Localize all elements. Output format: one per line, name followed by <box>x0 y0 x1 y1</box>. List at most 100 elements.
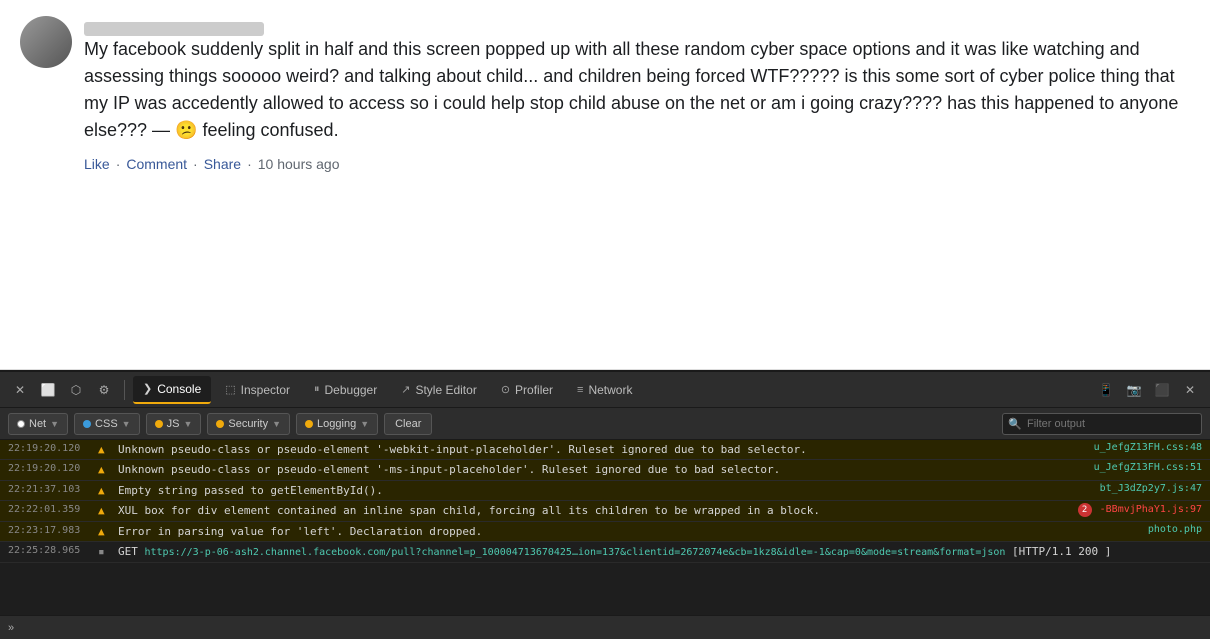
sep2: · <box>193 156 198 172</box>
post-time: 10 hours ago <box>258 156 340 172</box>
log-message: Error in parsing value for 'left'. Decla… <box>118 524 1062 539</box>
log-source[interactable]: bt_J3dZp2y7.js:47 <box>1062 483 1202 494</box>
warning-icon: ▲ <box>98 503 114 517</box>
log-timestamp: 22:19:20.120 <box>8 462 98 474</box>
network-tab-label: Network <box>588 383 632 397</box>
minimize-icon[interactable]: ✕ <box>1178 378 1202 402</box>
net-chevron: ▼ <box>50 419 59 429</box>
tab-style-editor[interactable]: ↗ Style Editor <box>391 376 487 404</box>
style-editor-tab-label: Style Editor <box>415 383 476 397</box>
log-row: 22:19:20.120 ▲ Unknown pseudo-class or p… <box>0 440 1210 460</box>
devtools-bottom-bar: » <box>0 615 1210 639</box>
sep1: · <box>116 156 121 172</box>
log-message: Empty string passed to getElementById(). <box>118 483 1062 498</box>
tab-network[interactable]: ≡ Network <box>567 376 642 404</box>
net-label: Net <box>29 418 46 430</box>
close-devtools-icon[interactable]: ✕ <box>8 378 32 402</box>
log-row: 22:21:37.103 ▲ Empty string passed to ge… <box>0 481 1210 501</box>
log-timestamp: 22:23:17.983 <box>8 524 98 536</box>
sep3: · <box>247 156 252 172</box>
expand-console-btn[interactable]: » <box>8 622 14 634</box>
js-chevron: ▼ <box>183 419 192 429</box>
tab-console[interactable]: ❯ Console <box>133 376 211 404</box>
error-badge: 2 <box>1078 503 1092 517</box>
js-filter-btn[interactable]: JS ▼ <box>146 413 202 435</box>
css-chevron: ▼ <box>122 419 131 429</box>
log-timestamp: 22:22:01.359 <box>8 503 98 515</box>
logging-dot <box>305 420 313 428</box>
console-tab-icon: ❯ <box>143 382 152 395</box>
log-row: 22:19:20.120 ▲ Unknown pseudo-class or p… <box>0 460 1210 480</box>
net-dot <box>17 420 25 428</box>
split-view-icon[interactable]: ⬛ <box>1150 378 1174 402</box>
profiler-tab-label: Profiler <box>515 383 553 397</box>
security-filter-btn[interactable]: Security ▼ <box>207 413 290 435</box>
pin-icon[interactable]: ⬡ <box>64 378 88 402</box>
logging-filter-btn[interactable]: Logging ▼ <box>296 413 378 435</box>
inspector-tab-icon: ⬚ <box>225 383 235 396</box>
js-dot <box>155 420 163 428</box>
filter-search-wrapper: 🔍 <box>1002 413 1202 435</box>
logging-label: Logging <box>317 418 356 430</box>
devtools-panel: ✕ ⬜ ⬡ ⚙ ❯ Console ⬚ Inspector ⏸ Debugger… <box>0 370 1210 639</box>
comment-button[interactable]: Comment <box>126 156 187 172</box>
devtools-toolbar: ✕ ⬜ ⬡ ⚙ ❯ Console ⬚ Inspector ⏸ Debugger… <box>0 372 1210 408</box>
search-icon: 🔍 <box>1008 417 1022 430</box>
dock-icon[interactable]: ⬜ <box>36 378 60 402</box>
log-timestamp: 22:21:37.103 <box>8 483 98 495</box>
share-button[interactable]: Share <box>204 156 241 172</box>
log-source[interactable]: 2 -BBmvjPhaY1.js:97 <box>1062 503 1202 517</box>
info-icon: ▪ <box>98 544 114 558</box>
debugger-tab-icon: ⏸ <box>314 383 320 396</box>
tab-inspector[interactable]: ⬚ Inspector <box>215 376 300 404</box>
css-dot <box>83 420 91 428</box>
settings-icon[interactable]: ⚙ <box>92 378 116 402</box>
devtools-right-icons: 📱 📷 ⬛ ✕ <box>1094 378 1202 402</box>
log-url[interactable]: https://3-p-06-ash2.channel.facebook.com… <box>145 547 1006 558</box>
responsive-design-icon[interactable]: 📱 <box>1094 378 1118 402</box>
avatar <box>20 16 72 68</box>
security-dot <box>216 420 224 428</box>
log-source[interactable]: photo.php <box>1062 524 1202 535</box>
console-tab-label: Console <box>157 382 201 396</box>
log-timestamp: 22:19:20.120 <box>8 442 98 454</box>
post-body: My facebook suddenly split in half and t… <box>84 36 1190 144</box>
network-tab-icon: ≡ <box>577 384 583 396</box>
style-editor-tab-icon: ↗ <box>401 383 410 396</box>
toolbar-sep <box>124 380 125 400</box>
log-source[interactable]: u_JefgZ13FH.css:48 <box>1062 442 1202 453</box>
warning-icon: ▲ <box>98 524 114 538</box>
log-message: Unknown pseudo-class or pseudo-element '… <box>118 462 1062 477</box>
net-filter-btn[interactable]: Net ▼ <box>8 413 68 435</box>
logging-chevron: ▼ <box>360 419 369 429</box>
js-label: JS <box>167 418 180 430</box>
security-chevron: ▼ <box>272 419 281 429</box>
css-filter-btn[interactable]: CSS ▼ <box>74 413 140 435</box>
tab-profiler[interactable]: ⊙ Profiler <box>491 376 563 404</box>
warning-icon: ▲ <box>98 483 114 497</box>
console-log: 22:19:20.120 ▲ Unknown pseudo-class or p… <box>0 440 1210 615</box>
debugger-tab-label: Debugger <box>325 383 378 397</box>
filter-search-input[interactable] <box>1002 413 1202 435</box>
profiler-tab-icon: ⊙ <box>501 383 510 396</box>
warning-icon: ▲ <box>98 462 114 476</box>
log-message: GET https://3-p-06-ash2.channel.facebook… <box>118 544 1202 560</box>
log-message: Unknown pseudo-class or pseudo-element '… <box>118 442 1062 457</box>
log-row: 22:23:17.983 ▲ Error in parsing value fo… <box>0 522 1210 542</box>
log-row: 22:22:01.359 ▲ XUL box for div element c… <box>0 501 1210 521</box>
log-source[interactable]: u_JefgZ13FH.css:51 <box>1062 462 1202 473</box>
post-text: My facebook suddenly split in half and t… <box>84 39 1178 140</box>
clear-button[interactable]: Clear <box>384 413 432 435</box>
log-row: 22:25:28.965 ▪ GET https://3-p-06-ash2.c… <box>0 542 1210 563</box>
inspector-tab-label: Inspector <box>241 383 290 397</box>
filter-bar: Net ▼ CSS ▼ JS ▼ Security ▼ Logging ▼ Cl… <box>0 408 1210 440</box>
user-name-blurred <box>84 22 264 36</box>
warning-icon: ▲ <box>98 442 114 456</box>
like-button[interactable]: Like <box>84 156 110 172</box>
screenshot-icon[interactable]: 📷 <box>1122 378 1146 402</box>
css-label: CSS <box>95 418 118 430</box>
tab-debugger[interactable]: ⏸ Debugger <box>304 376 387 404</box>
post-area: My facebook suddenly split in half and t… <box>0 0 1210 370</box>
security-label: Security <box>228 418 268 430</box>
log-timestamp: 22:25:28.965 <box>8 544 98 556</box>
